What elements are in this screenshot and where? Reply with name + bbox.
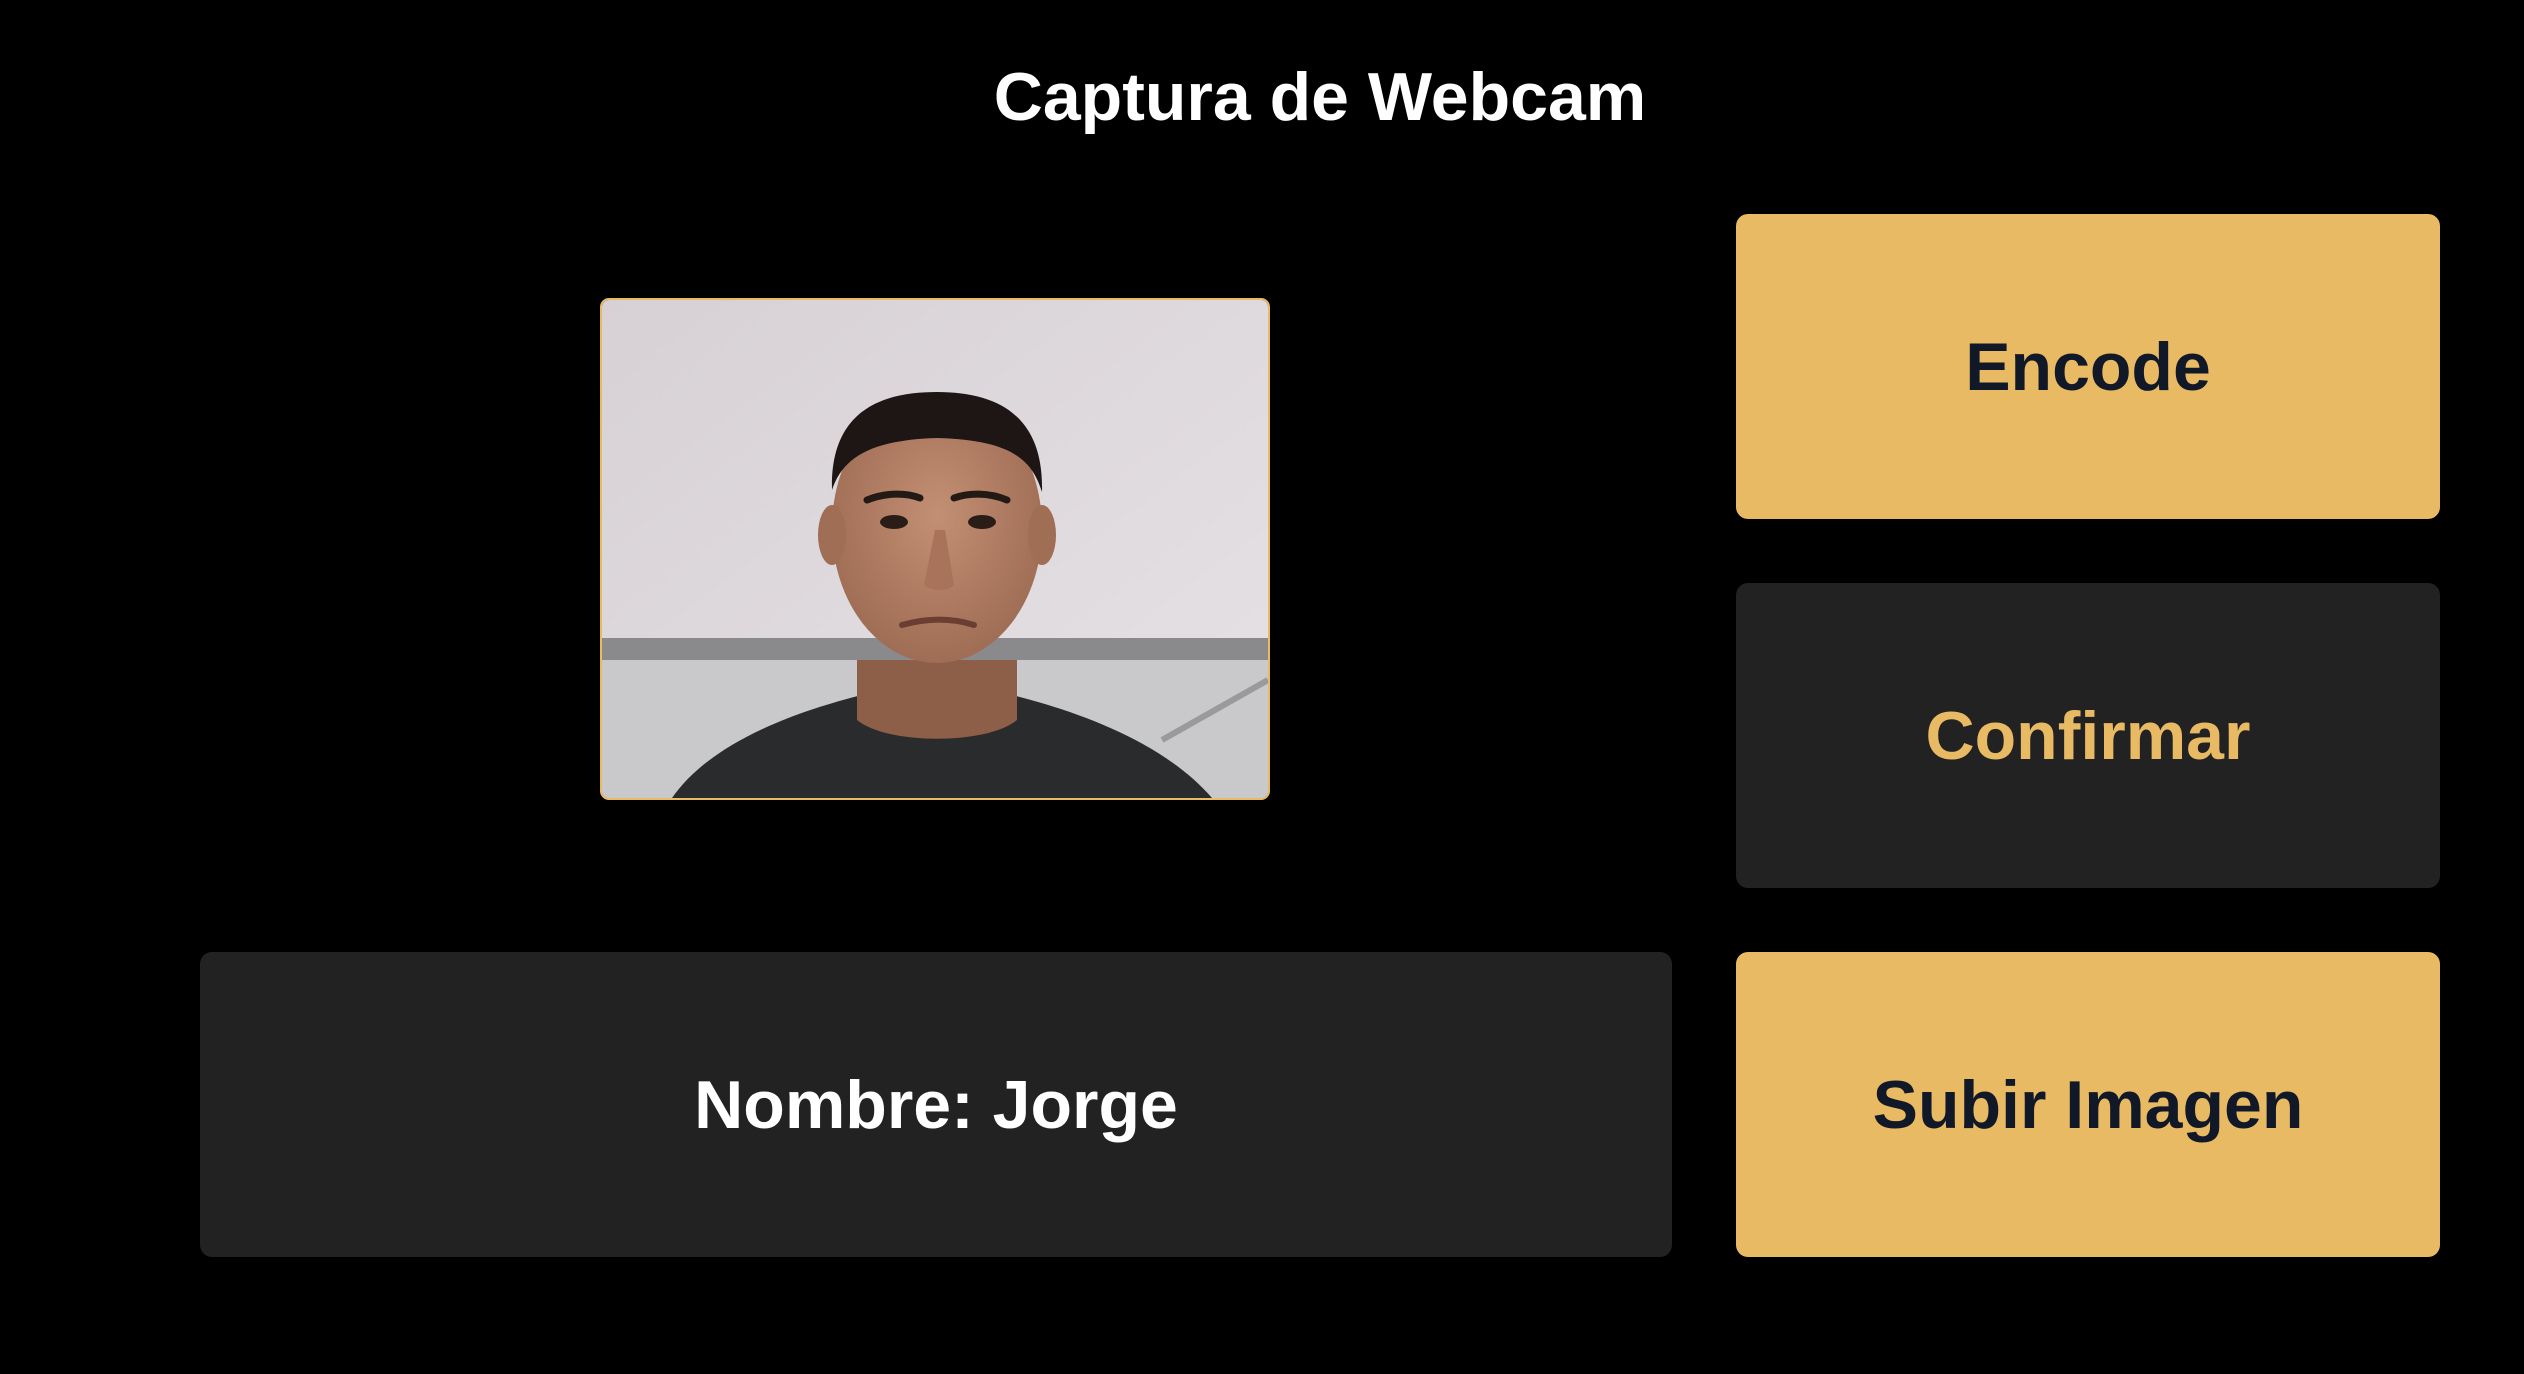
webcam-preview — [600, 298, 1270, 800]
upload-image-button[interactable]: Subir Imagen — [1736, 952, 2440, 1257]
encode-button[interactable]: Encode — [1736, 214, 2440, 519]
confirm-button[interactable]: Confirmar — [1736, 583, 2440, 888]
name-display: Nombre: Jorge — [200, 952, 1672, 1257]
page-title: Captura de Webcam — [993, 59, 1647, 135]
webcam-video-image — [602, 300, 1268, 798]
webcam-capture-page: Captura de Webcam Encode Confirmar Subir… — [0, 0, 2524, 1374]
